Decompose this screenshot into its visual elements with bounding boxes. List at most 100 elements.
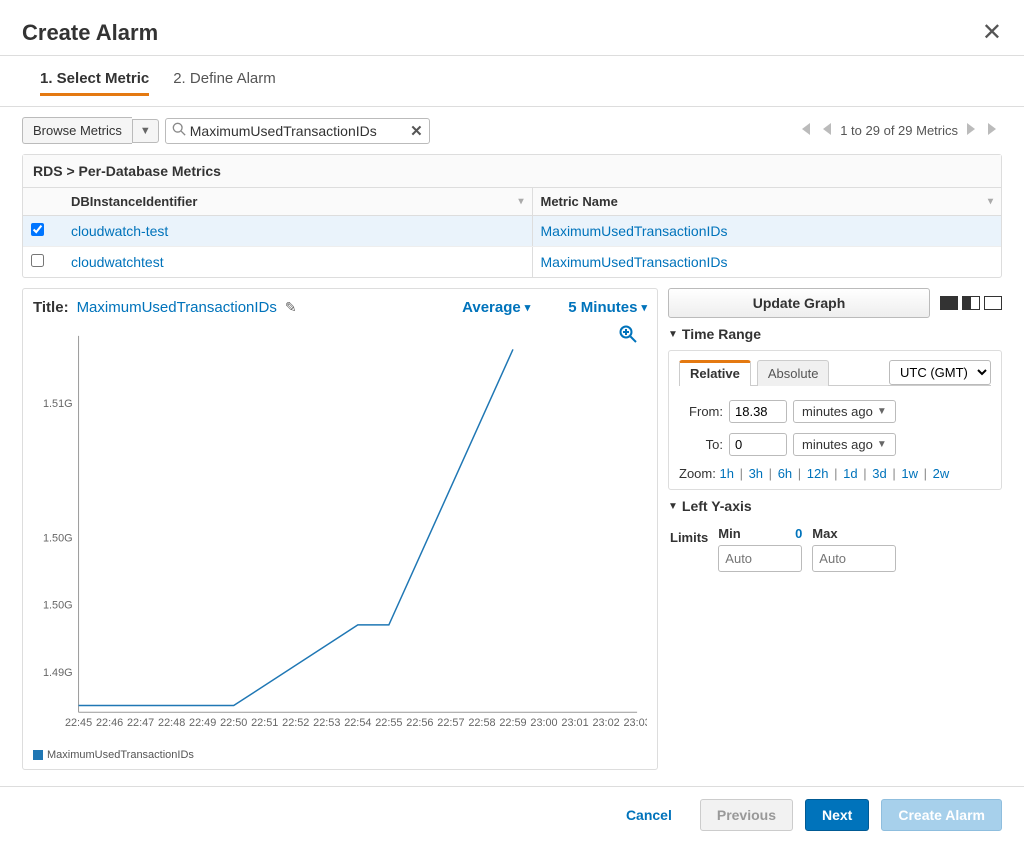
- table-row[interactable]: cloudwatchtest MaximumUsedTransactionIDs: [23, 247, 1001, 277]
- zoom-preset-1w[interactable]: 1w: [901, 466, 918, 481]
- pager-first-icon[interactable]: [796, 122, 812, 139]
- zoom-preset-3d[interactable]: 3d: [872, 466, 886, 481]
- next-button[interactable]: Next: [805, 799, 869, 831]
- svg-text:22:57: 22:57: [437, 717, 464, 729]
- legend-swatch: [33, 750, 43, 760]
- metric-link[interactable]: MaximumUsedTransactionIDs: [541, 254, 728, 270]
- zoom-preset-12h[interactable]: 12h: [807, 466, 829, 481]
- metrics-breadcrumb: RDS > Per-Database Metrics: [23, 155, 1001, 188]
- layout-empty-icon[interactable]: [984, 296, 1002, 310]
- row-checkbox[interactable]: [31, 254, 44, 267]
- edit-title-icon[interactable]: ✎: [285, 299, 297, 316]
- svg-text:22:47: 22:47: [127, 717, 154, 729]
- max-label: Max: [812, 526, 896, 541]
- svg-text:22:46: 22:46: [96, 717, 123, 729]
- table-row[interactable]: cloudwatch-test MaximumUsedTransactionID…: [23, 216, 1001, 247]
- min-input[interactable]: [718, 545, 802, 572]
- svg-text:22:45: 22:45: [65, 717, 92, 729]
- metrics-pager: 1 to 29 of 29 Metrics: [796, 122, 1002, 139]
- layout-split-icon[interactable]: [962, 296, 980, 310]
- from-input[interactable]: [729, 400, 787, 423]
- svg-text:22:51: 22:51: [251, 717, 278, 729]
- instance-link[interactable]: cloudwatch-test: [71, 223, 168, 239]
- svg-text:22:50: 22:50: [220, 717, 247, 729]
- to-input[interactable]: [729, 433, 787, 456]
- limits-label: Limits: [670, 530, 708, 545]
- svg-text:1.50G: 1.50G: [43, 600, 73, 612]
- chart-title-label: Title:: [33, 299, 69, 316]
- chevron-down-icon: ▼: [877, 406, 887, 417]
- tab-absolute[interactable]: Absolute: [757, 360, 830, 386]
- chart-panel: Title: MaximumUsedTransactionIDs ✎ Avera…: [22, 288, 658, 770]
- svg-text:22:59: 22:59: [499, 717, 526, 729]
- min-badge: 0: [747, 526, 803, 541]
- svg-text:1.50G: 1.50G: [43, 532, 73, 544]
- from-unit-select[interactable]: minutes ago ▼: [793, 400, 896, 423]
- svg-text:22:53: 22:53: [313, 717, 340, 729]
- chevron-down-icon: ▾: [525, 301, 531, 314]
- svg-text:1.49G: 1.49G: [43, 667, 73, 679]
- chart-legend: MaximumUsedTransactionIDs: [33, 747, 647, 761]
- browse-metrics-dropdown[interactable]: Browse Metrics ▼: [22, 117, 159, 144]
- wizard-steps: 1. Select Metric 2. Define Alarm: [0, 56, 1024, 107]
- layout-full-icon[interactable]: [940, 296, 958, 310]
- tab-relative[interactable]: Relative: [679, 360, 751, 386]
- zoom-preset-2w[interactable]: 2w: [933, 466, 950, 481]
- previous-button: Previous: [700, 799, 793, 831]
- zoom-preset-3h[interactable]: 3h: [749, 466, 763, 481]
- pager-next-icon[interactable]: [966, 122, 978, 139]
- to-unit-select[interactable]: minutes ago ▼: [793, 433, 896, 456]
- period-dropdown[interactable]: 5 Minutes▾: [568, 299, 647, 316]
- time-range-header[interactable]: Time Range: [668, 326, 1002, 342]
- chevron-down-icon: ▾: [641, 301, 647, 314]
- column-metric-name[interactable]: Metric Name▾: [533, 188, 1002, 215]
- zoom-presets: Zoom: 1h | 3h | 6h | 12h | 1d | 3d | 1w …: [679, 466, 991, 481]
- search-field[interactable]: [190, 123, 410, 139]
- sort-icon: ▾: [518, 196, 523, 207]
- svg-text:23:01: 23:01: [561, 717, 588, 729]
- svg-text:22:54: 22:54: [344, 717, 371, 729]
- clear-search-icon[interactable]: ✕: [410, 122, 423, 140]
- max-input[interactable]: [812, 545, 896, 572]
- column-checkbox: [23, 188, 63, 215]
- zoom-chart-icon[interactable]: [619, 325, 637, 348]
- svg-text:1.51G: 1.51G: [43, 398, 73, 410]
- browse-metrics-label: Browse Metrics: [22, 117, 132, 144]
- svg-text:23:00: 23:00: [530, 717, 557, 729]
- svg-text:22:56: 22:56: [406, 717, 433, 729]
- left-yaxis-header[interactable]: Left Y-axis: [668, 498, 1002, 514]
- close-icon[interactable]: ✕: [982, 18, 1002, 47]
- step-select-metric[interactable]: 1. Select Metric: [40, 70, 149, 96]
- metric-link[interactable]: MaximumUsedTransactionIDs: [541, 223, 728, 239]
- metric-search-input[interactable]: ✕: [165, 118, 430, 144]
- update-graph-button[interactable]: Update Graph: [668, 288, 930, 318]
- chart-title-value: MaximumUsedTransactionIDs: [77, 299, 277, 316]
- create-alarm-button: Create Alarm: [881, 799, 1002, 831]
- column-instance-id[interactable]: DBInstanceIdentifier▾: [63, 188, 533, 215]
- pager-last-icon[interactable]: [986, 122, 1002, 139]
- svg-text:22:48: 22:48: [158, 717, 185, 729]
- pager-status: 1 to 29 of 29 Metrics: [840, 123, 958, 138]
- svg-text:22:58: 22:58: [468, 717, 495, 729]
- instance-link[interactable]: cloudwatchtest: [71, 254, 164, 270]
- chevron-down-icon: ▼: [877, 439, 887, 450]
- modal-title: Create Alarm: [22, 20, 158, 46]
- min-label: Min: [718, 526, 740, 541]
- zoom-preset-6h[interactable]: 6h: [778, 466, 792, 481]
- legend-label: MaximumUsedTransactionIDs: [47, 749, 194, 761]
- statistic-dropdown[interactable]: Average▾: [462, 299, 530, 316]
- pager-prev-icon[interactable]: [820, 122, 832, 139]
- timezone-select[interactable]: UTC (GMT): [889, 360, 991, 385]
- zoom-preset-1d[interactable]: 1d: [843, 466, 857, 481]
- step-define-alarm[interactable]: 2. Define Alarm: [173, 70, 276, 96]
- cancel-button[interactable]: Cancel: [610, 800, 688, 830]
- search-icon: [172, 122, 186, 139]
- svg-text:23:02: 23:02: [592, 717, 619, 729]
- svg-text:22:55: 22:55: [375, 717, 402, 729]
- from-label: From:: [679, 404, 723, 419]
- zoom-preset-1h[interactable]: 1h: [719, 466, 733, 481]
- sort-icon: ▾: [988, 196, 993, 207]
- row-checkbox[interactable]: [31, 223, 44, 236]
- chevron-down-icon[interactable]: ▼: [132, 119, 159, 143]
- metric-chart[interactable]: 1.49G 1.50G 1.50G 1.51G 22:45 22:46 22:47 22:48…: [33, 324, 647, 744]
